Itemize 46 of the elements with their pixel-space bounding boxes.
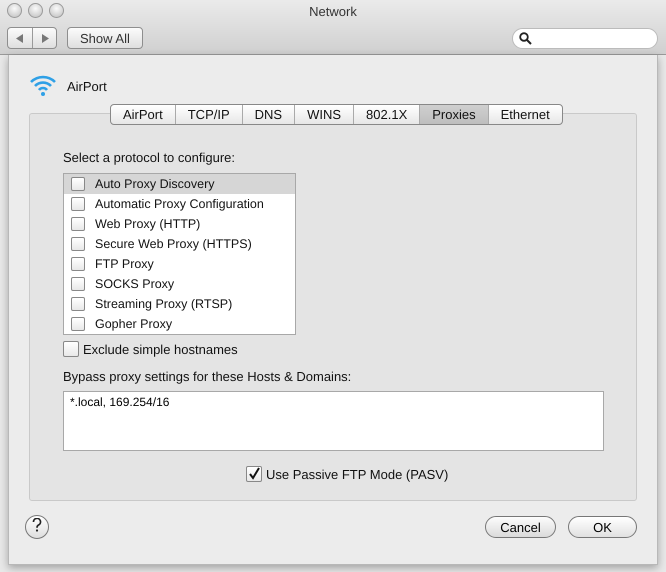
window-control-icon[interactable] <box>49 3 64 18</box>
protocol-row[interactable]: Auto Proxy Discovery <box>64 174 295 194</box>
tab[interactable]: AirPort <box>111 105 175 124</box>
tab[interactable]: WINS <box>294 105 354 124</box>
window-control-icon[interactable] <box>7 3 22 18</box>
left-triangle-icon <box>16 34 24 42</box>
search-field[interactable] <box>512 28 658 48</box>
help-button[interactable] <box>25 515 49 539</box>
checkbox[interactable] <box>71 177 85 191</box>
checkbox-label: Exclude simple hostnames <box>83 342 238 356</box>
right-triangle-icon <box>40 34 48 42</box>
protocol-label: Select a protocol to configure: <box>63 150 236 165</box>
protocol-label: Web Proxy (HTTP) <box>95 217 200 231</box>
wifi-icon <box>29 74 57 98</box>
checkbox[interactable] <box>71 197 85 211</box>
window-title: Network <box>309 4 357 18</box>
checkbox-label: Use Passive FTP Mode (PASV) <box>266 466 448 482</box>
bypass-label: Bypass proxy settings for these Hosts & Domains: <box>63 369 352 384</box>
ok-button[interactable]: OK <box>568 516 637 538</box>
protocol-label: FTP Proxy <box>95 257 154 271</box>
cancel-button[interactable]: Cancel <box>485 516 556 538</box>
show-all-button[interactable]: Show All <box>67 27 143 49</box>
tab[interactable]: DNS <box>242 105 294 124</box>
bypass-field[interactable]: *.local, 169.254/16 <box>63 391 604 451</box>
tab[interactable]: TCP/IP <box>174 105 242 124</box>
checkbox[interactable] <box>71 297 85 311</box>
question-mark-icon <box>32 518 42 532</box>
protocol-label: Secure Web Proxy (HTTPS) <box>95 237 252 251</box>
checkmark-icon <box>247 467 261 481</box>
tab[interactable]: Proxies <box>419 105 488 124</box>
protocol-label: SOCKS Proxy <box>95 277 174 291</box>
checkbox[interactable] <box>71 317 85 331</box>
checkbox[interactable] <box>246 466 262 482</box>
checkbox[interactable] <box>71 217 85 231</box>
checkbox[interactable] <box>71 277 85 291</box>
tab[interactable]: Ethernet <box>488 105 562 124</box>
protocol-label: Auto Proxy Discovery <box>95 177 214 191</box>
checkbox[interactable] <box>63 341 79 357</box>
protocol-label: Gopher Proxy <box>95 317 172 331</box>
protocol-label: Automatic Proxy Configuration <box>95 197 264 211</box>
protocol-label: Streaming Proxy (RTSP) <box>95 297 232 311</box>
window-control-icon[interactable] <box>28 3 43 18</box>
checkbox[interactable] <box>71 237 85 251</box>
service-name: AirPort <box>67 78 107 94</box>
search-icon <box>519 32 532 44</box>
checkbox[interactable] <box>71 257 85 271</box>
